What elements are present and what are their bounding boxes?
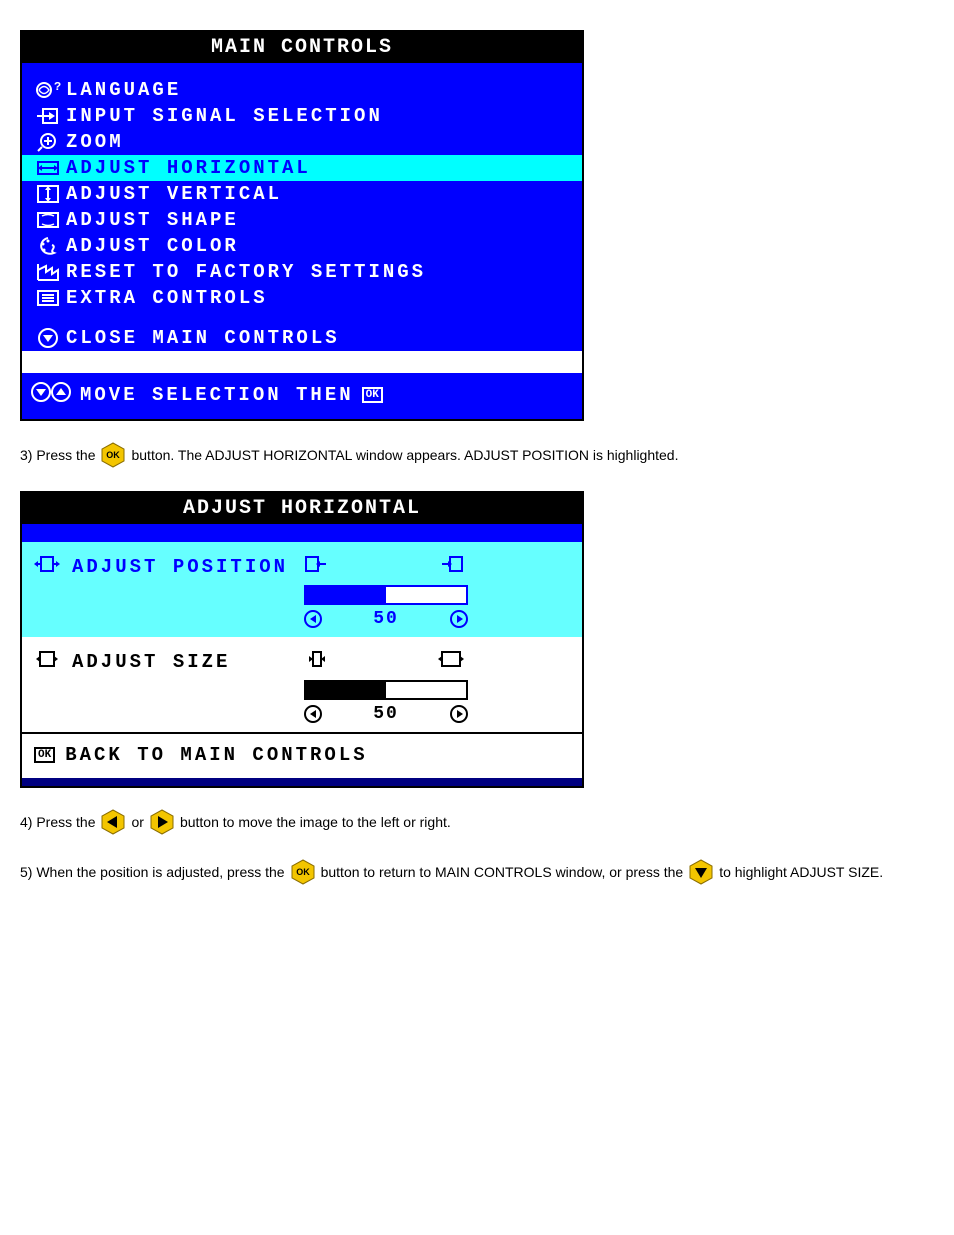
v-arrows-box-icon — [30, 183, 66, 205]
value-text: 50 — [373, 704, 399, 724]
adjust-horizontal-panel: ADJUST HORIZONTAL ADJUST POSITION50ADJUS… — [20, 491, 584, 788]
text: 5) When the position is adjusted, press … — [20, 864, 285, 880]
menu-label: INPUT SIGNAL SELECTION — [66, 105, 383, 127]
menu-label: ADJUST COLOR — [66, 235, 239, 257]
decrease-icon[interactable] — [304, 705, 322, 723]
text: button to move the image to the left or … — [180, 814, 451, 830]
menu-item-adj-color[interactable]: ADJUST COLOR — [22, 233, 582, 259]
h-arrows-box-icon — [30, 157, 66, 179]
increase-icon[interactable] — [450, 610, 468, 628]
shape-box-icon — [30, 209, 66, 231]
menu-item-close[interactable]: CLOSE MAIN CONTROLS — [22, 325, 582, 351]
svg-text:?: ? — [54, 80, 61, 94]
svg-text:OK: OK — [107, 450, 121, 460]
menu-label: EXTRA CONTROLS — [66, 287, 268, 309]
h-pos-left-icon — [304, 554, 330, 579]
arrow-in-box-icon — [30, 105, 66, 127]
ok-icon: OK — [362, 387, 383, 403]
text: 4) Press the — [20, 814, 95, 830]
decrease-icon[interactable] — [304, 610, 322, 628]
down-button-icon — [687, 858, 715, 886]
text: 3) Press the — [20, 447, 95, 463]
text: button. The ADJUST HORIZONTAL window app… — [131, 447, 678, 463]
svg-text:OK: OK — [296, 867, 310, 877]
menu-item-adj-v[interactable]: ADJUST VERTICAL — [22, 181, 582, 207]
factory-icon — [30, 261, 66, 283]
list-box-icon — [30, 287, 66, 309]
close-label: CLOSE MAIN CONTROLS — [66, 327, 340, 349]
globe-question-icon: ? — [30, 79, 66, 101]
back-label: BACK TO MAIN CONTROLS — [65, 744, 367, 766]
menu-item-zoom[interactable]: ZOOM — [22, 129, 582, 155]
back-to-main[interactable]: OK BACK TO MAIN CONTROLS — [22, 732, 582, 778]
h-size-wide-icon — [438, 649, 464, 674]
adjust-item-position[interactable]: ADJUST POSITION 50 — [22, 542, 582, 637]
value-text: 50 — [373, 609, 399, 629]
menu-label: RESET TO FACTORY SETTINGS — [66, 261, 426, 283]
menu-label: ADJUST VERTICAL — [66, 183, 282, 205]
h-pos-right-icon — [438, 554, 464, 579]
menu-item-input[interactable]: INPUT SIGNAL SELECTION — [22, 103, 582, 129]
h-size-narrow-icon — [304, 649, 330, 674]
menu-label: ADJUST SHAPE — [66, 209, 239, 231]
ok-button-icon: OK — [99, 441, 127, 469]
adjust-list: ADJUST POSITION 50 ADJUST SIZE 50 — [22, 542, 582, 732]
menu-item-adj-h[interactable]: ADJUST HORIZONTAL — [22, 155, 582, 181]
menu-item-language[interactable]: ? LANGUAGE — [22, 77, 582, 103]
instruction-step-4: 4) Press the or button to move the image… — [20, 808, 934, 836]
h-pos-icon — [34, 554, 60, 579]
panel-footer: MOVE SELECTION THEN OK — [22, 371, 582, 419]
adjust-label: ADJUST SIZE — [72, 651, 230, 673]
menu-label: ZOOM — [66, 131, 124, 153]
strip — [22, 778, 582, 786]
panel-title: MAIN CONTROLS — [22, 32, 582, 63]
adjust-item-size[interactable]: ADJUST SIZE 50 — [22, 637, 582, 732]
main-controls-panel: MAIN CONTROLS ? LANGUAGE INPUT SIGNAL SELE… — [20, 30, 584, 421]
footer-label: MOVE SELECTION THEN — [80, 384, 354, 406]
increase-icon[interactable] — [450, 705, 468, 723]
menu-label: LANGUAGE — [66, 79, 181, 101]
text: to highlight ADJUST SIZE. — [719, 864, 883, 880]
ok-button-icon: OK — [289, 858, 317, 886]
left-button-icon — [99, 808, 127, 836]
close-down-icon — [30, 327, 66, 349]
adjust-label: ADJUST POSITION — [72, 556, 288, 578]
panel-title: ADJUST HORIZONTAL — [22, 493, 582, 524]
instruction-step-5: 5) When the position is adjusted, press … — [20, 858, 934, 886]
right-button-icon — [148, 808, 176, 836]
text: button to return to MAIN CONTROLS window… — [321, 864, 684, 880]
menu-item-adj-shape[interactable]: ADJUST SHAPE — [22, 207, 582, 233]
ok-icon: OK — [34, 747, 55, 763]
magnifier-plus-icon — [30, 131, 66, 153]
palette-icon — [30, 235, 66, 257]
text: or — [131, 814, 143, 830]
menu-label: ADJUST HORIZONTAL — [66, 157, 311, 179]
main-menu-list: ? LANGUAGE INPUT SIGNAL SELECTION ZOOM ADJUS… — [22, 63, 582, 351]
h-size-icon — [34, 649, 60, 674]
instruction-step-3: 3) Press the OK button. The ADJUST HORIZ… — [20, 441, 934, 469]
value-bar — [304, 585, 468, 605]
spacer — [22, 524, 582, 542]
menu-item-extra[interactable]: EXTRA CONTROLS — [22, 285, 582, 311]
menu-item-reset[interactable]: RESET TO FACTORY SETTINGS — [22, 259, 582, 285]
value-bar — [304, 680, 468, 700]
updown-icons — [30, 381, 72, 409]
